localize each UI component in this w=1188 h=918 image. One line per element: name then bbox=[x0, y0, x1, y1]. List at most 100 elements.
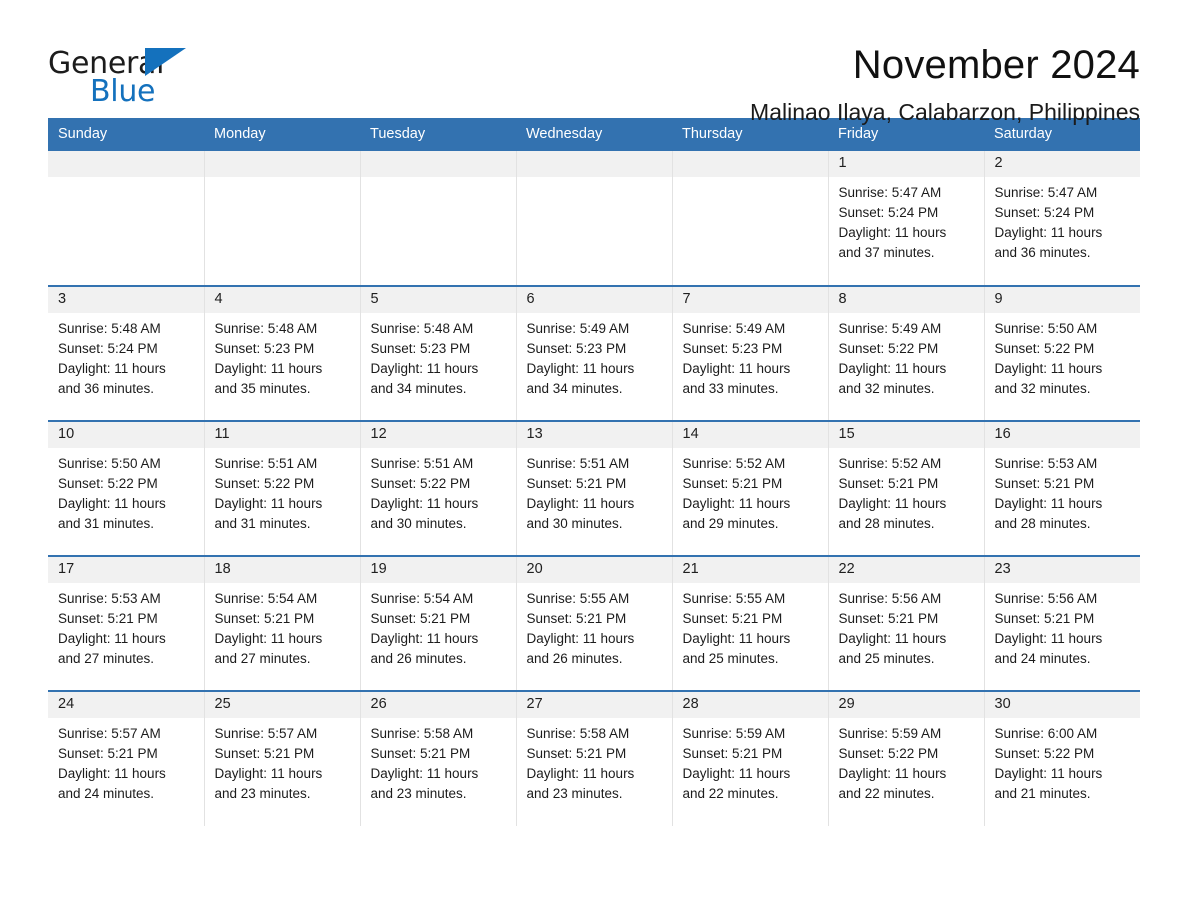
daylight-text-line1: Daylight: 11 hours bbox=[526, 631, 635, 646]
day-number: 4 bbox=[204, 287, 360, 313]
daylight-text-line1: Daylight: 11 hours bbox=[526, 496, 635, 511]
weekday-header-sunday: Sunday bbox=[48, 118, 204, 151]
sunset-text: Sunset: 5:22 PM bbox=[838, 341, 939, 356]
calendar-day-cell[interactable]: 19 Sunrise: 5:54 AM Sunset: 5:21 PM Dayligh… bbox=[360, 555, 517, 691]
page-header: General Blue November 2024 Malinao Ilaya… bbox=[48, 0, 1140, 125]
day-details: Sunrise: 5:52 AM Sunset: 5:21 PM Daylight:… bbox=[673, 448, 828, 534]
day-details: Sunrise: 5:49 AM Sunset: 5:23 PM Daylight:… bbox=[517, 313, 672, 399]
calendar-day-cell[interactable]: 14 Sunrise: 5:52 AM Sunset: 5:21 PM Dayligh… bbox=[672, 420, 829, 556]
daylight-text-line2: and 31 minutes. bbox=[214, 516, 311, 531]
day-cell-inner: 11 Sunrise: 5:51 AM Sunset: 5:22 PM Dayligh… bbox=[204, 422, 360, 555]
sunset-text: Sunset: 5:21 PM bbox=[370, 746, 471, 761]
calendar-day-cell[interactable]: 10 Sunrise: 5:50 AM Sunset: 5:22 PM Dayligh… bbox=[48, 420, 205, 556]
day-cell-inner: 24 Sunrise: 5:57 AM Sunset: 5:21 PM Dayligh… bbox=[48, 692, 204, 826]
day-cell-inner: 16 Sunrise: 5:53 AM Sunset: 5:21 PM Dayligh… bbox=[984, 422, 1140, 555]
calendar-day-cell[interactable]: 9 Sunrise: 5:50 AM Sunset: 5:22 PM Daylight… bbox=[984, 285, 1140, 421]
daylight-text-line1: Daylight: 11 hours bbox=[370, 496, 479, 511]
daylight-text-line1: Daylight: 11 hours bbox=[526, 766, 635, 781]
calendar-day-cell[interactable]: 16 Sunrise: 5:53 AM Sunset: 5:21 PM Dayligh… bbox=[984, 420, 1140, 556]
daylight-text-line1: Daylight: 11 hours bbox=[838, 225, 947, 240]
day-number: 28 bbox=[672, 692, 828, 718]
calendar-day-cell[interactable]: 11 Sunrise: 5:51 AM Sunset: 5:22 PM Dayligh… bbox=[204, 420, 361, 556]
daylight-text-line2: and 25 minutes. bbox=[838, 651, 935, 666]
sunset-text: Sunset: 5:22 PM bbox=[370, 476, 471, 491]
sunset-text: Sunset: 5:24 PM bbox=[994, 205, 1095, 220]
calendar-day-cell[interactable]: 5 Sunrise: 5:48 AM Sunset: 5:23 PM Daylight… bbox=[360, 285, 517, 421]
day-cell-inner: 5 Sunrise: 5:48 AM Sunset: 5:23 PM Daylight… bbox=[360, 287, 516, 420]
calendar-day-cell[interactable]: 4 Sunrise: 5:48 AM Sunset: 5:23 PM Daylight… bbox=[204, 285, 361, 421]
daylight-text-line2: and 24 minutes. bbox=[58, 786, 155, 801]
daylight-text-line1: Daylight: 11 hours bbox=[370, 361, 479, 376]
daylight-text-line1: Daylight: 11 hours bbox=[526, 361, 635, 376]
day-details: Sunrise: 5:52 AM Sunset: 5:21 PM Daylight:… bbox=[829, 448, 984, 534]
daylight-text-line1: Daylight: 11 hours bbox=[214, 766, 323, 781]
calendar-day-cell[interactable]: 1 Sunrise: 5:47 AM Sunset: 5:24 PM Daylight… bbox=[828, 151, 985, 286]
calendar-day-cell[interactable]: 20 Sunrise: 5:55 AM Sunset: 5:21 PM Dayligh… bbox=[516, 555, 673, 691]
sunrise-text: Sunrise: 5:54 AM bbox=[370, 591, 474, 606]
day-number: 9 bbox=[984, 287, 1140, 313]
day-number: 8 bbox=[828, 287, 984, 313]
daylight-text-line2: and 36 minutes. bbox=[994, 245, 1091, 260]
daylight-text-line1: Daylight: 11 hours bbox=[214, 361, 323, 376]
sunset-text: Sunset: 5:21 PM bbox=[994, 611, 1095, 626]
day-details: Sunrise: 5:47 AM Sunset: 5:24 PM Daylight:… bbox=[829, 177, 984, 263]
sunrise-text: Sunrise: 5:49 AM bbox=[682, 321, 786, 336]
day-details: Sunrise: 5:59 AM Sunset: 5:22 PM Daylight:… bbox=[829, 718, 984, 804]
daylight-text-line1: Daylight: 11 hours bbox=[58, 361, 166, 376]
sunset-text: Sunset: 5:24 PM bbox=[58, 341, 158, 356]
day-details: Sunrise: 5:48 AM Sunset: 5:23 PM Daylight:… bbox=[205, 313, 360, 399]
calendar-day-cell[interactable]: 6 Sunrise: 5:49 AM Sunset: 5:23 PM Daylight… bbox=[516, 285, 673, 421]
general-blue-logo[interactable]: General Blue bbox=[48, 44, 198, 110]
day-cell-inner: 12 Sunrise: 5:51 AM Sunset: 5:22 PM Dayligh… bbox=[360, 422, 516, 555]
day-cell-inner: 14 Sunrise: 5:52 AM Sunset: 5:21 PM Dayligh… bbox=[672, 422, 828, 555]
daylight-text-line1: Daylight: 11 hours bbox=[682, 766, 791, 781]
day-number: 5 bbox=[360, 287, 516, 313]
day-cell-inner: 25 Sunrise: 5:57 AM Sunset: 5:21 PM Dayligh… bbox=[204, 692, 360, 826]
calendar-day-cell[interactable]: 26 Sunrise: 5:58 AM Sunset: 5:21 PM Dayligh… bbox=[360, 690, 517, 826]
day-cell-inner: 4 Sunrise: 5:48 AM Sunset: 5:23 PM Daylight… bbox=[204, 287, 360, 420]
sunrise-text: Sunrise: 5:52 AM bbox=[682, 456, 786, 471]
calendar-day-cell[interactable]: 8 Sunrise: 5:49 AM Sunset: 5:22 PM Daylight… bbox=[828, 285, 985, 421]
calendar-day-cell[interactable]: 30 Sunrise: 6:00 AM Sunset: 5:22 PM Dayligh… bbox=[984, 690, 1140, 826]
sunrise-text: Sunrise: 5:53 AM bbox=[994, 456, 1098, 471]
calendar-day-cell[interactable]: 21 Sunrise: 5:55 AM Sunset: 5:21 PM Dayligh… bbox=[672, 555, 829, 691]
calendar-day-cell[interactable]: 27 Sunrise: 5:58 AM Sunset: 5:21 PM Dayligh… bbox=[516, 690, 673, 826]
calendar-day-cell[interactable]: 28 Sunrise: 5:59 AM Sunset: 5:21 PM Dayligh… bbox=[672, 690, 829, 826]
daylight-text-line2: and 24 minutes. bbox=[994, 651, 1091, 666]
sunrise-text: Sunrise: 5:56 AM bbox=[994, 591, 1098, 606]
sunrise-text: Sunrise: 5:47 AM bbox=[994, 185, 1098, 200]
day-cell-inner bbox=[204, 151, 360, 285]
day-cell-inner: 2 Sunrise: 5:47 AM Sunset: 5:24 PM Daylight… bbox=[984, 151, 1140, 285]
calendar-day-cell[interactable]: 22 Sunrise: 5:56 AM Sunset: 5:21 PM Dayligh… bbox=[828, 555, 985, 691]
daylight-text-line1: Daylight: 11 hours bbox=[994, 225, 1103, 240]
daylight-text-line2: and 30 minutes. bbox=[526, 516, 623, 531]
calendar-day-cell[interactable]: 2 Sunrise: 5:47 AM Sunset: 5:24 PM Daylight… bbox=[984, 151, 1140, 286]
calendar-day-cell[interactable]: 18 Sunrise: 5:54 AM Sunset: 5:21 PM Dayligh… bbox=[204, 555, 361, 691]
calendar-day-cell[interactable]: 23 Sunrise: 5:56 AM Sunset: 5:21 PM Dayligh… bbox=[984, 555, 1140, 691]
calendar-day-cell[interactable]: 29 Sunrise: 5:59 AM Sunset: 5:22 PM Dayligh… bbox=[828, 690, 985, 826]
calendar-day-cell[interactable]: 3 Sunrise: 5:48 AM Sunset: 5:24 PM Daylight… bbox=[48, 285, 205, 421]
day-details: Sunrise: 5:48 AM Sunset: 5:24 PM Daylight:… bbox=[48, 313, 204, 399]
day-number: 22 bbox=[828, 557, 984, 583]
calendar-day-cell[interactable]: 17 Sunrise: 5:53 AM Sunset: 5:21 PM Dayligh… bbox=[48, 555, 205, 691]
calendar-day-cell[interactable]: 7 Sunrise: 5:49 AM Sunset: 5:23 PM Daylight… bbox=[672, 285, 829, 421]
calendar-week-row: 10 Sunrise: 5:50 AM Sunset: 5:22 PM Dayligh… bbox=[48, 420, 1140, 556]
sunrise-text: Sunrise: 5:48 AM bbox=[58, 321, 161, 336]
day-number: 18 bbox=[204, 557, 360, 583]
day-details: Sunrise: 5:57 AM Sunset: 5:21 PM Daylight:… bbox=[48, 718, 204, 804]
daylight-text-line2: and 26 minutes. bbox=[526, 651, 623, 666]
sunrise-text: Sunrise: 5:58 AM bbox=[526, 726, 630, 741]
daylight-text-line2: and 22 minutes. bbox=[682, 786, 779, 801]
calendar-day-cell[interactable]: 15 Sunrise: 5:52 AM Sunset: 5:21 PM Dayligh… bbox=[828, 420, 985, 556]
daylight-text-line1: Daylight: 11 hours bbox=[994, 631, 1103, 646]
day-details: Sunrise: 5:51 AM Sunset: 5:22 PM Daylight:… bbox=[205, 448, 360, 534]
calendar-day-cell[interactable]: 12 Sunrise: 5:51 AM Sunset: 5:22 PM Dayligh… bbox=[360, 420, 517, 556]
day-number: 13 bbox=[516, 422, 672, 448]
calendar-day-cell[interactable]: 24 Sunrise: 5:57 AM Sunset: 5:21 PM Dayligh… bbox=[48, 690, 205, 826]
daylight-text-line1: Daylight: 11 hours bbox=[682, 361, 791, 376]
sunrise-text: Sunrise: 5:55 AM bbox=[682, 591, 786, 606]
calendar-day-cell[interactable]: 13 Sunrise: 5:51 AM Sunset: 5:21 PM Dayligh… bbox=[516, 420, 673, 556]
day-cell-inner: 15 Sunrise: 5:52 AM Sunset: 5:21 PM Dayligh… bbox=[828, 422, 984, 555]
day-details: Sunrise: 5:54 AM Sunset: 5:21 PM Daylight:… bbox=[361, 583, 516, 669]
calendar-day-cell[interactable]: 25 Sunrise: 5:57 AM Sunset: 5:21 PM Dayligh… bbox=[204, 690, 361, 826]
